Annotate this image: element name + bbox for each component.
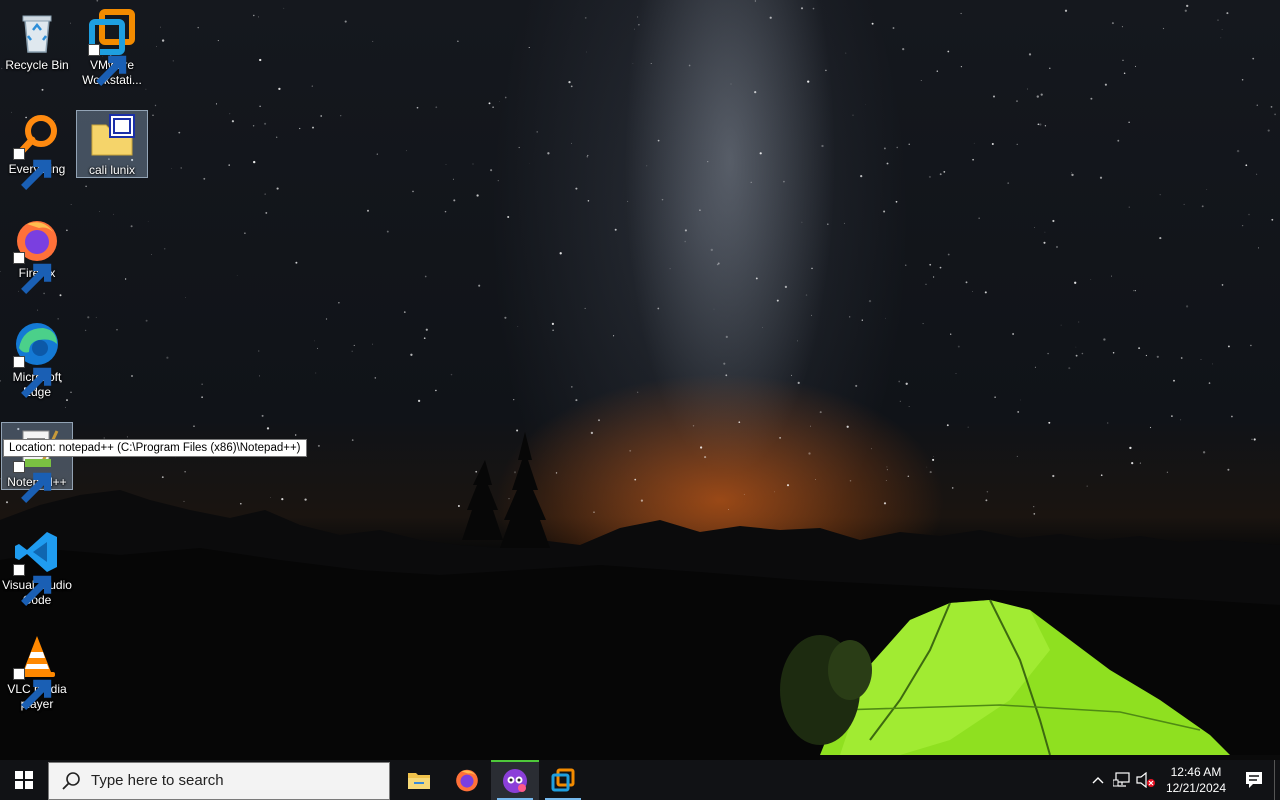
volume-muted-icon (1136, 772, 1155, 788)
iso-folder-icon (88, 113, 136, 161)
action-center-button[interactable] (1234, 760, 1274, 800)
edge-icon (13, 320, 61, 398)
ai-app-icon (503, 769, 527, 793)
location-tooltip: Location: notepad++ (C:\Program Files (x… (3, 439, 307, 457)
firefox-shortcut[interactable]: Firefox (1, 214, 73, 294)
clock[interactable]: 12:46 AM 12/21/2024 (1158, 764, 1234, 796)
vmware-shortcut[interactable]: VMware Workstati... (76, 6, 148, 88)
taskbar-firefox[interactable] (443, 760, 491, 800)
shortcut-arrow-icon (13, 356, 52, 398)
shortcut-arrow-icon (13, 252, 52, 294)
clock-time: 12:46 AM (1170, 765, 1222, 779)
shortcut-arrow-icon (13, 461, 52, 503)
show-hidden-icons-button[interactable] (1086, 760, 1110, 800)
shortcut-arrow-icon (13, 564, 52, 606)
system-tray: 12:46 AM 12/21/2024 (1086, 760, 1280, 800)
magnifier-icon (13, 112, 61, 190)
icon-label: cali lunix (88, 163, 136, 177)
taskbar: Type here to search 12:46 AM 12/21/2024 (0, 760, 1280, 800)
taskbar-ai-app[interactable] (491, 760, 539, 800)
show-desktop-button[interactable] (1274, 760, 1280, 800)
notification-icon (1246, 772, 1262, 788)
recycle-bin-icon (13, 8, 61, 56)
recycle-bin-shortcut[interactable]: Recycle Bin (1, 6, 73, 73)
shortcut-arrow-icon (13, 148, 52, 190)
everything-shortcut[interactable]: Everything (1, 110, 73, 190)
edge-shortcut[interactable]: Microsoft Edge (1, 318, 73, 400)
volume-button[interactable] (1134, 760, 1158, 800)
icon-label: Recycle Bin (5, 58, 69, 72)
shortcut-arrow-icon (88, 44, 127, 86)
search-input[interactable]: Type here to search (48, 761, 390, 800)
firefox-icon (456, 769, 478, 792)
network-button[interactable] (1110, 760, 1134, 800)
start-button[interactable] (0, 760, 48, 800)
firefox-icon (13, 216, 61, 294)
search-placeholder: Type here to search (91, 772, 224, 789)
clock-date: 12/21/2024 (1165, 781, 1226, 795)
vscode-icon (13, 528, 61, 606)
chevron-up-icon (1092, 777, 1104, 784)
vlc-shortcut[interactable]: VLC media player (1, 630, 73, 712)
network-icon (1112, 772, 1130, 787)
vlc-cone-icon (13, 632, 61, 710)
search-icon (62, 771, 80, 790)
taskbar-vmware[interactable] (539, 760, 587, 800)
cali-lunix-folder[interactable]: cali lunix (76, 110, 148, 178)
file-explorer-icon (408, 773, 430, 789)
windows-logo-icon (15, 771, 33, 789)
shortcut-arrow-icon (13, 668, 52, 710)
desktop[interactable]: Recycle Bin Everything Firefox Microsoft… (0, 0, 1280, 760)
vmware-icon (88, 8, 136, 86)
vscode-shortcut[interactable]: Visual Studio Code (1, 526, 73, 608)
vmware-icon (551, 768, 575, 792)
taskbar-file-explorer[interactable] (395, 760, 443, 800)
landscape-silhouette (0, 432, 1280, 760)
